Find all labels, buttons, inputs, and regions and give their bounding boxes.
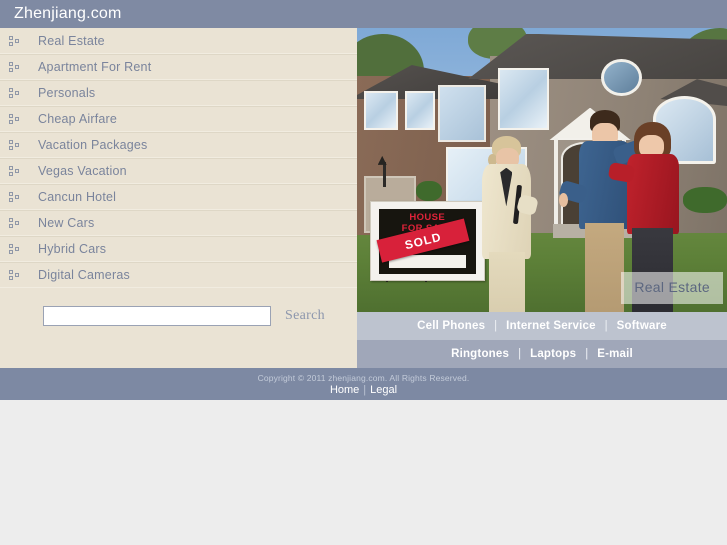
- sidebar-item-label: Digital Cameras: [38, 268, 130, 282]
- square-bullet-icon: [9, 114, 19, 124]
- window: [405, 90, 435, 131]
- search-input[interactable]: [43, 306, 271, 326]
- for-sale-sign: HOUSE FOR SALE SOLD: [369, 201, 485, 282]
- right-column: HOUSE FOR SALE SOLD: [357, 28, 727, 369]
- sidebar-item-vacation-packages[interactable]: Vacation Packages: [0, 132, 357, 158]
- footer-link-internet-service[interactable]: Internet Service: [504, 320, 598, 332]
- search-button[interactable]: Search: [285, 308, 325, 324]
- site-header: Zhenjiang.com: [0, 0, 727, 28]
- sidebar-item-label: Personals: [38, 86, 96, 100]
- page-title: Zhenjiang.com: [14, 5, 122, 22]
- hero-caption: Real Estate: [621, 272, 723, 305]
- square-bullet-icon: [9, 244, 19, 254]
- legs: [489, 252, 525, 313]
- square-bullet-icon: [9, 192, 19, 202]
- sign-text-line-1: HOUSE: [409, 211, 446, 223]
- sidebar: Real Estate Apartment For Rent Personals…: [0, 28, 357, 368]
- square-bullet-icon: [9, 140, 19, 150]
- sidebar-nav-list: Real Estate Apartment For Rent Personals…: [0, 28, 357, 288]
- shrub: [682, 187, 727, 213]
- sidebar-item-label: Hybrid Cars: [38, 242, 107, 256]
- person-agent: [479, 135, 539, 313]
- footer-link-software[interactable]: Software: [615, 320, 669, 332]
- sidebar-item-real-estate[interactable]: Real Estate: [0, 28, 357, 54]
- sidebar-item-digital-cameras[interactable]: Digital Cameras: [0, 262, 357, 288]
- link-separator: |: [494, 320, 498, 333]
- window: [364, 90, 398, 131]
- square-bullet-icon: [9, 35, 19, 46]
- link-separator: |: [518, 348, 522, 361]
- square-bullet-icon: [9, 62, 19, 72]
- square-bullet-icon: [9, 166, 19, 176]
- legs: [584, 223, 624, 313]
- footer-link-bar-top: Cell Phones | Internet Service | Softwar…: [357, 312, 727, 341]
- search-row: Search: [0, 306, 357, 326]
- content-area: Real Estate Apartment For Rent Personals…: [0, 28, 727, 369]
- sign-frame: HOUSE FOR SALE SOLD: [369, 201, 485, 281]
- footer-link-home[interactable]: Home: [330, 384, 359, 396]
- copyright-text: Copyright © 2011 zhenjiang.com. All Righ…: [257, 372, 470, 383]
- sidebar-item-label: New Cars: [38, 216, 95, 230]
- round-window: [601, 59, 642, 97]
- footer-link-bar-bottom: Ringtones | Laptops | E-mail: [357, 340, 727, 369]
- footer-copyright-bar: Copyright © 2011 zhenjiang.com. All Righ…: [0, 368, 727, 400]
- sidebar-item-label: Cheap Airfare: [38, 112, 118, 126]
- hero-caption-text: Real Estate: [634, 279, 710, 296]
- sold-stamp-text: SOLD: [402, 229, 443, 252]
- sidebar-item-hybrid-cars[interactable]: Hybrid Cars: [0, 236, 357, 262]
- window: [438, 84, 487, 142]
- sidebar-item-label: Apartment For Rent: [38, 60, 152, 74]
- link-separator: |: [604, 320, 608, 333]
- sidebar-item-personals[interactable]: Personals: [0, 80, 357, 106]
- sidebar-item-label: Vegas Vacation: [38, 164, 127, 178]
- lamp-post: [382, 161, 386, 188]
- footer-link-legal[interactable]: Legal: [370, 384, 397, 396]
- sidebar-item-label: Vacation Packages: [38, 138, 148, 152]
- sidebar-item-vegas-vacation[interactable]: Vegas Vacation: [0, 158, 357, 184]
- square-bullet-icon: [9, 218, 19, 228]
- shrub: [416, 181, 443, 202]
- sidebar-item-apartment-for-rent[interactable]: Apartment For Rent: [0, 54, 357, 80]
- sidebar-item-new-cars[interactable]: New Cars: [0, 210, 357, 236]
- page-container: Zhenjiang.com Real Estate Apartment For …: [0, 0, 727, 400]
- footer-link-ringtones[interactable]: Ringtones: [449, 348, 511, 360]
- sidebar-item-label: Cancun Hotel: [38, 190, 117, 204]
- footer-link-cell-phones[interactable]: Cell Phones: [415, 320, 487, 332]
- square-bullet-icon: [9, 88, 19, 98]
- link-separator: |: [363, 383, 367, 396]
- torso: [626, 154, 680, 235]
- footer-link-laptops[interactable]: Laptops: [528, 348, 578, 360]
- square-bullet-icon: [9, 270, 19, 280]
- window: [497, 67, 550, 131]
- hero-photo: HOUSE FOR SALE SOLD: [357, 28, 727, 313]
- sidebar-item-cancun-hotel[interactable]: Cancun Hotel: [0, 184, 357, 210]
- footer-bottom-links: Home | Legal: [330, 384, 397, 396]
- footer-link-email[interactable]: E-mail: [595, 348, 635, 360]
- sidebar-item-cheap-airfare[interactable]: Cheap Airfare: [0, 106, 357, 132]
- sidebar-item-label: Real Estate: [38, 33, 105, 48]
- link-separator: |: [585, 348, 589, 361]
